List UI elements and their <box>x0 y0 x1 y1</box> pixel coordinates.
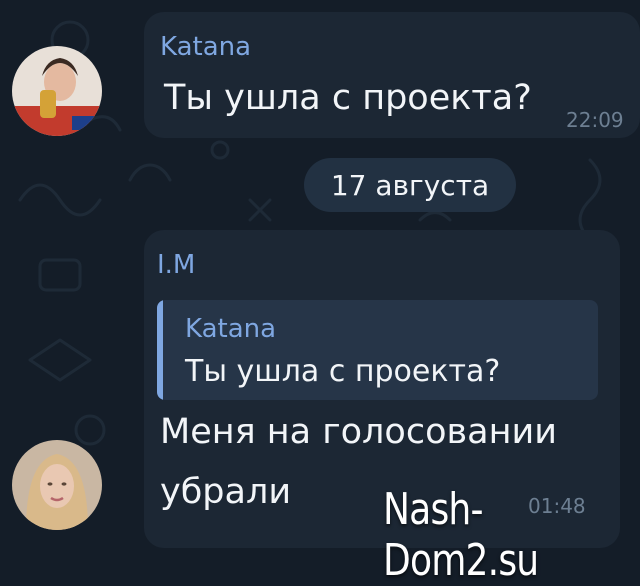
message-text-line-1: Меня на голосовании <box>160 412 557 452</box>
date-separator: 17 августа <box>304 158 516 212</box>
avatar-katana-photo <box>12 46 102 136</box>
avatar-katana[interactable] <box>12 46 102 136</box>
reply-quote-bar <box>157 300 163 400</box>
avatar-im-photo <box>12 440 102 530</box>
reply-quote-text: Ты ушла с проекта? <box>185 354 501 389</box>
date-separator-label: 17 августа <box>330 168 490 202</box>
message-time: 22:09 <box>566 108 624 132</box>
sender-name[interactable]: Katana <box>160 32 251 62</box>
sender-name[interactable]: I.M <box>157 250 195 280</box>
reply-quote[interactable]: Katana Ты ушла с проекта? <box>157 300 598 400</box>
message-text: Ты ушла с проекта? <box>164 78 532 118</box>
avatar-im[interactable] <box>12 440 102 530</box>
reply-quote-sender: Katana <box>185 314 277 344</box>
message-text-line-2: убрали <box>160 472 292 512</box>
message-bubble-katana[interactable]: Katana Ты ушла с проекта? 22:09 <box>144 12 640 138</box>
watermark: Nash-Dom2.su <box>383 484 539 586</box>
